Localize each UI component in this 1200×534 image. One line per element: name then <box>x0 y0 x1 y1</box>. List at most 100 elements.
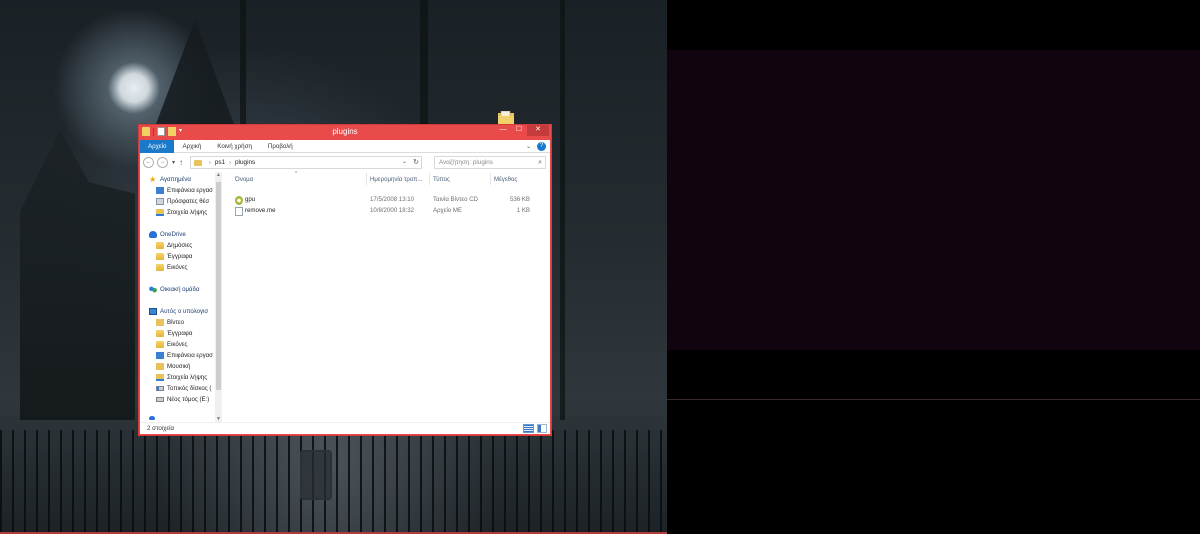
close-button[interactable]: ✕ <box>527 125 549 136</box>
file-date: 17/5/2008 13:10 <box>370 196 415 203</box>
nav-homegroup[interactable]: Οικιακή ομάδα <box>149 284 200 295</box>
nav-item-new-volume[interactable]: Νέος τόμος (E:) <box>156 394 209 405</box>
wallpaper-tower <box>150 20 240 140</box>
nav-item-label: Πρόσφατες θέσ <box>167 198 210 205</box>
breadcrumb-ps1[interactable]: ps1 <box>215 159 225 166</box>
address-dropdown-icon[interactable]: ⌄ <box>402 158 407 165</box>
folder-icon <box>156 242 164 249</box>
window-title: plugins <box>332 127 358 136</box>
item-count: 2 στοιχεία <box>147 425 175 432</box>
nav-onedrive[interactable]: OneDrive <box>149 229 186 240</box>
nav-item-downloads[interactable]: Στοιχεία λήψης <box>156 372 207 383</box>
title-bar[interactable]: ▾ plugins — ☐ ✕ <box>139 125 551 140</box>
nav-item-label: Τοπικός δίσκος ( <box>167 385 212 392</box>
folder-icon <box>156 264 164 271</box>
nav-item-label: Έγγραφα <box>167 253 193 260</box>
nav-item-pictures[interactable]: Εικόνες <box>156 262 187 273</box>
nav-scrollbar[interactable]: ▲ ▼ <box>215 172 222 422</box>
nav-item-label: Στοιχεία λήψης <box>167 209 208 216</box>
breadcrumb-separator: › <box>209 159 211 166</box>
nav-item-documents[interactable]: Έγγραφα <box>156 251 192 262</box>
refresh-icon[interactable]: ↻ <box>413 158 419 166</box>
homegroup-icon <box>149 286 157 293</box>
address-field[interactable]: › ps1 › plugins ⌄ ↻ <box>190 156 422 169</box>
desktop-folder-icon[interactable] <box>498 111 514 125</box>
nav-item-documents[interactable]: Έγγραφα <box>156 328 192 339</box>
nav-item-public[interactable]: Δημόσιες <box>156 240 192 251</box>
tab-file[interactable]: Αρχείο <box>140 139 175 153</box>
folder-icon <box>156 253 164 260</box>
column-header-date[interactable]: Ημερομηνία τροπ... <box>370 176 422 183</box>
scroll-thumb[interactable] <box>216 182 221 390</box>
file-name: gpu <box>245 196 256 203</box>
folder-icon <box>156 330 164 337</box>
breadcrumb-plugins[interactable]: plugins <box>235 159 255 166</box>
tab-share[interactable]: Κοινή χρήση <box>209 140 260 153</box>
nav-this-pc[interactable]: Αυτός ο υπολογισ <box>149 306 208 317</box>
nav-item-downloads[interactable]: Στοιχεία λήψης <box>156 207 207 218</box>
ribbon-right-controls: ⌄ ? <box>526 142 546 151</box>
wallpaper-sign <box>300 450 332 500</box>
folder-icon <box>194 159 202 166</box>
computer-icon <box>149 308 157 315</box>
column-header-type[interactable]: Τύπος <box>433 176 450 183</box>
address-bar-row: ← → ▾ ↑ › ps1 › plugins ⌄ ↻ Αναζήτηση: p… <box>140 153 550 172</box>
search-icon[interactable]: ⌕ <box>538 157 542 168</box>
drive-icon <box>156 386 164 391</box>
wallpaper-tree <box>560 0 565 420</box>
ribbon-tabs: Αρχείο Αρχική Κοινή χρήση Προβολή ⌄ ? <box>140 139 550 153</box>
column-header-name[interactable]: Όνομα <box>235 176 253 183</box>
nav-this-pc-label: Αυτός ο υπολογισ <box>160 308 209 315</box>
nav-favorites[interactable]: ★ Αγαπημένα <box>149 174 191 185</box>
forward-button[interactable]: → <box>157 157 168 168</box>
back-button[interactable]: ← <box>143 157 154 168</box>
desktop-icon <box>156 187 164 194</box>
nav-favorites-label: Αγαπημένα <box>160 176 191 183</box>
nav-item-recent-places[interactable]: Πρόσφατες θέσ <box>156 196 209 207</box>
column-divider[interactable] <box>429 173 430 185</box>
dark-band <box>667 50 1200 350</box>
file-row[interactable]: gpu 17/5/2008 13:10 Ταινία Βίντεο CD 536… <box>224 194 550 205</box>
nav-item-label: Επιφάνεια εργασ <box>167 352 213 359</box>
scroll-up-icon[interactable]: ▲ <box>215 172 222 178</box>
file-row[interactable]: remove.me 10/8/2000 18:32 Αρχείο ME 1 KB <box>224 205 550 216</box>
recent-places-icon <box>156 198 164 205</box>
file-date: 10/8/2000 18:32 <box>370 207 415 214</box>
divider-line <box>667 399 1200 400</box>
column-divider[interactable] <box>366 173 367 185</box>
tab-view[interactable]: Προβολή <box>260 140 301 153</box>
recent-locations-icon[interactable]: ▾ <box>172 159 175 166</box>
nav-item-pictures[interactable]: Εικόνες <box>156 339 187 350</box>
second-monitor-area <box>667 0 1200 534</box>
nav-item-label: Δημόσιες <box>167 242 193 249</box>
minimize-button[interactable]: — <box>495 125 511 136</box>
downloads-icon <box>156 209 164 216</box>
nav-item-label: Στοιχεία λήψης <box>167 374 208 381</box>
nav-item-videos[interactable]: Βίντεο <box>156 317 184 328</box>
file-type: Ταινία Βίντεο CD <box>433 196 479 203</box>
folder-icon <box>156 341 164 348</box>
column-header-size[interactable]: Μέγεθος <box>494 176 517 183</box>
up-button[interactable]: ↑ <box>179 158 183 167</box>
help-icon[interactable]: ? <box>537 142 546 151</box>
desktop-icon <box>156 352 164 359</box>
nav-item-label: Επιφάνεια εργασ <box>167 187 213 194</box>
drive-icon <box>156 397 164 402</box>
nav-item-desktop[interactable]: Επιφάνεια εργασ <box>156 185 213 196</box>
nav-item-local-disk[interactable]: Τοπικός δίσκος ( <box>156 383 211 394</box>
details-view-icon[interactable] <box>523 424 534 433</box>
nav-item-label: Εικόνες <box>167 341 188 348</box>
search-placeholder: Αναζήτηση: plugins <box>439 159 493 166</box>
expand-ribbon-icon[interactable]: ⌄ <box>526 143 531 150</box>
nav-network[interactable] <box>149 412 158 422</box>
search-input[interactable]: Αναζήτηση: plugins ⌕ <box>434 156 546 169</box>
window-controls: — ☐ ✕ <box>495 125 549 136</box>
maximize-button[interactable]: ☐ <box>511 125 527 136</box>
nav-item-desktop[interactable]: Επιφάνεια εργασ <box>156 350 213 361</box>
large-icons-view-icon[interactable] <box>537 424 547 433</box>
tab-home[interactable]: Αρχική <box>174 140 209 153</box>
column-divider[interactable] <box>490 173 491 185</box>
nav-item-music[interactable]: Μουσική <box>156 361 190 372</box>
nav-item-label: Βίντεο <box>167 319 184 326</box>
file-list: Όνομα ^ Ημερομηνία τροπ... Τύπος Μέγεθος… <box>224 171 550 422</box>
